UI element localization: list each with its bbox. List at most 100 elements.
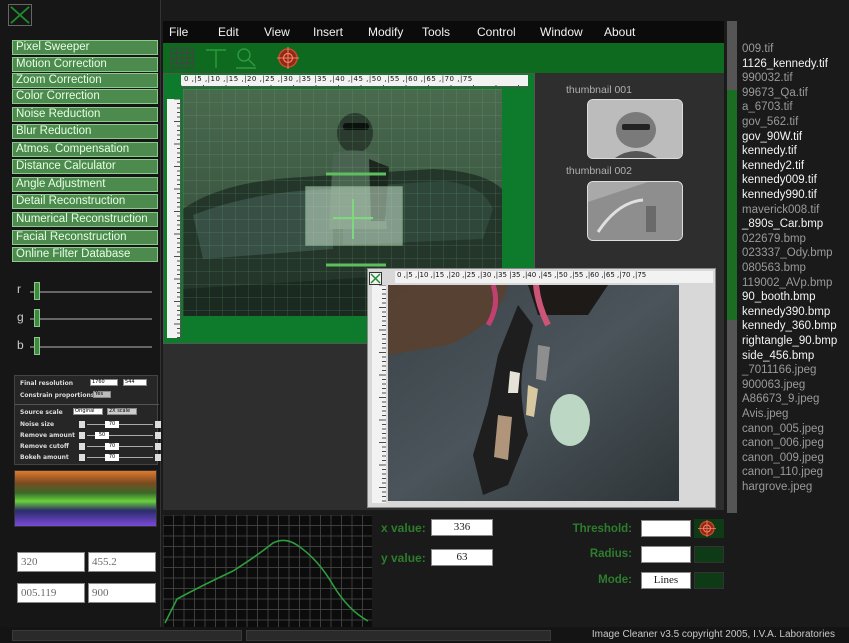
final-resolution-height-field[interactable]: 544 — [123, 379, 147, 386]
file-list-item[interactable]: A86673_9.jpeg — [742, 393, 819, 405]
file-list-item[interactable]: 1126_kennedy.tif — [742, 58, 828, 70]
filter-color-correction-button[interactable]: Color Correction — [12, 89, 158, 104]
zoom-horizontal-ruler: 0 ,|5 ,|10 ,|15 ,|20 ,|25 ,|30 ,|35 |35 … — [395, 271, 713, 283]
file-list-item[interactable]: 990032.tif — [742, 72, 793, 84]
file-list-item[interactable]: 080563.bmp — [742, 262, 806, 274]
filter-distance-calculator-button[interactable]: Distance Calculator — [12, 159, 158, 174]
r-slider-track[interactable] — [30, 291, 152, 293]
noise-size-slider[interactable]: 70 — [79, 421, 161, 428]
threshold-target-icon[interactable] — [694, 519, 724, 538]
mode-select[interactable]: Lines — [641, 572, 691, 589]
file-list-item[interactable]: kennedy_360.bmp — [742, 320, 837, 332]
file-list-item[interactable]: _7011166.jpeg — [742, 364, 816, 376]
y-value-field[interactable]: 63 — [431, 549, 493, 566]
file-list-item[interactable]: gov_90W.tif — [742, 131, 802, 143]
filter-zoom-correction-button[interactable]: Zoom Correction — [12, 73, 158, 88]
filter-detail-reconstruction-button[interactable]: Detail Reconstruction — [12, 194, 158, 209]
file-list-item[interactable]: 119002_AVp.bmp — [742, 277, 832, 289]
final-resolution-label: Final resolution — [20, 380, 73, 387]
close-window-icon[interactable] — [8, 4, 32, 26]
menu-edit[interactable]: Edit — [218, 25, 239, 39]
file-list-item[interactable]: 90_booth.bmp — [742, 291, 816, 303]
curve-graph[interactable] — [163, 515, 372, 627]
remove-amount-value: 50 — [95, 432, 109, 439]
horizontal-ruler-labels: 0 ,|5 ,|10 ,|15 ,|20 ,|25 ,|30 ,|35 |35 … — [184, 75, 473, 83]
target-tool-icon[interactable] — [275, 46, 301, 70]
coord-field-d[interactable]: 900 — [88, 583, 156, 603]
menu-window[interactable]: Window — [540, 25, 583, 39]
source-scale-2x-button[interactable]: 2X scale — [107, 408, 137, 415]
measure-tool-icon[interactable] — [203, 46, 229, 70]
file-list-item[interactable]: side_456.bmp — [742, 350, 814, 362]
file-list-item[interactable]: maverick008.tif — [742, 204, 819, 216]
coord-field-b[interactable]: 455.2 — [88, 552, 156, 572]
b-slider-handle[interactable] — [34, 337, 40, 355]
b-slider-track[interactable] — [30, 346, 152, 348]
file-list-item[interactable]: kennedy009.tif — [742, 174, 817, 186]
file-list-item[interactable]: 022679.bmp — [742, 233, 806, 245]
file-list-item[interactable]: Avis.jpeg — [742, 408, 788, 420]
source-scale-original-button[interactable]: Original — [73, 408, 103, 415]
coord-field-a[interactable]: 320 — [17, 552, 85, 572]
menu-tools[interactable]: Tools — [422, 25, 450, 39]
radius-field[interactable] — [641, 546, 691, 563]
curve-graph-canvas — [163, 515, 372, 627]
filter-noise-reduction-button[interactable]: Noise Reduction — [12, 107, 158, 122]
file-list-item[interactable]: _890s_Car.bmp — [742, 218, 823, 230]
menu-control[interactable]: Control — [477, 25, 516, 39]
filter-motion-correction-button[interactable]: Motion Correction — [12, 57, 158, 72]
zoom-window-close-icon[interactable] — [369, 270, 382, 285]
file-list-item[interactable]: 009.tif — [742, 43, 773, 55]
zoom-vertical-ruler — [372, 285, 386, 503]
grid-tool-icon[interactable] — [169, 46, 195, 70]
remove-cutoff-slider[interactable]: 70 — [79, 443, 161, 450]
filter-atmos-compensation-button[interactable]: Atmos. Compensation — [12, 142, 158, 157]
file-list-item[interactable]: kennedy2.tif — [742, 160, 804, 172]
remove-amount-slider[interactable]: 50 — [79, 432, 161, 439]
g-slider-handle[interactable] — [34, 309, 40, 327]
filter-blur-reduction-button[interactable]: Blur Reduction — [12, 124, 158, 139]
file-list-item[interactable]: gov_562.tif — [742, 116, 798, 128]
zoom-tool-icon[interactable] — [233, 46, 259, 70]
filter-pixel-sweeper-button[interactable]: Pixel Sweeper — [12, 40, 158, 55]
file-list-item[interactable]: kennedy390.bmp — [742, 306, 830, 318]
filter-numerical-reconstruction-button[interactable]: Numerical Reconstruction — [12, 212, 158, 227]
coord-field-c[interactable]: 005.119 — [17, 583, 85, 603]
file-list-item[interactable]: rightangle_90.bmp — [742, 335, 837, 347]
file-list-item[interactable]: hargrove.jpeg — [742, 481, 812, 493]
color-gradient-picker[interactable] — [14, 470, 157, 527]
constrain-proportions-label: Constrain proportions — [20, 392, 95, 399]
file-list-item[interactable]: kennedy990.tif — [742, 189, 817, 201]
menu-modify[interactable]: Modify — [368, 25, 403, 39]
file-list-scrollbar-thumb[interactable] — [727, 90, 737, 320]
x-value-field[interactable]: 336 — [431, 519, 493, 536]
file-list-item[interactable]: 99673_Qa.tif — [742, 87, 808, 99]
mode-label: Mode: — [598, 574, 632, 586]
zoom-horizontal-ruler-labels: 0 ,|5 ,|10 ,|15 ,|20 ,|25 ,|30 ,|35 |35 … — [397, 271, 647, 279]
filter-facial-reconstruction-button[interactable]: Facial Reconstruction — [12, 230, 158, 245]
threshold-field[interactable] — [641, 520, 691, 537]
filter-angle-adjustment-button[interactable]: Angle Adjustment — [12, 177, 158, 192]
constrain-proportions-toggle[interactable]: Yes — [93, 391, 111, 398]
noise-size-value: 70 — [105, 421, 119, 428]
file-list-item[interactable]: 023337_Ody.bmp — [742, 247, 833, 259]
menu-about[interactable]: About — [604, 25, 635, 39]
file-list-item[interactable]: canon_110.jpeg — [742, 466, 823, 478]
file-list-item[interactable]: canon_006.jpeg — [742, 437, 824, 449]
zoom-photo[interactable] — [388, 285, 679, 501]
file-list-item[interactable]: 900063.jpeg — [742, 379, 805, 391]
file-list-item[interactable]: kennedy.tif — [742, 145, 797, 157]
r-slider-handle[interactable] — [34, 282, 40, 300]
file-list-item[interactable]: canon_009.jpeg — [742, 452, 824, 464]
g-slider-track[interactable] — [30, 318, 152, 320]
final-resolution-width-field[interactable]: 1760 — [90, 379, 118, 386]
thumbnail-1[interactable] — [587, 99, 683, 159]
thumbnail-2[interactable] — [587, 181, 683, 241]
filter-online-database-button[interactable]: Online Filter Database — [12, 247, 158, 262]
menu-insert[interactable]: Insert — [313, 25, 343, 39]
bokeh-amount-slider[interactable]: 70 — [79, 454, 161, 461]
file-list-item[interactable]: a_6703.tif — [742, 101, 793, 113]
menu-view[interactable]: View — [264, 25, 290, 39]
file-list-item[interactable]: canon_005.jpeg — [742, 423, 824, 435]
menu-file[interactable]: File — [169, 25, 188, 39]
